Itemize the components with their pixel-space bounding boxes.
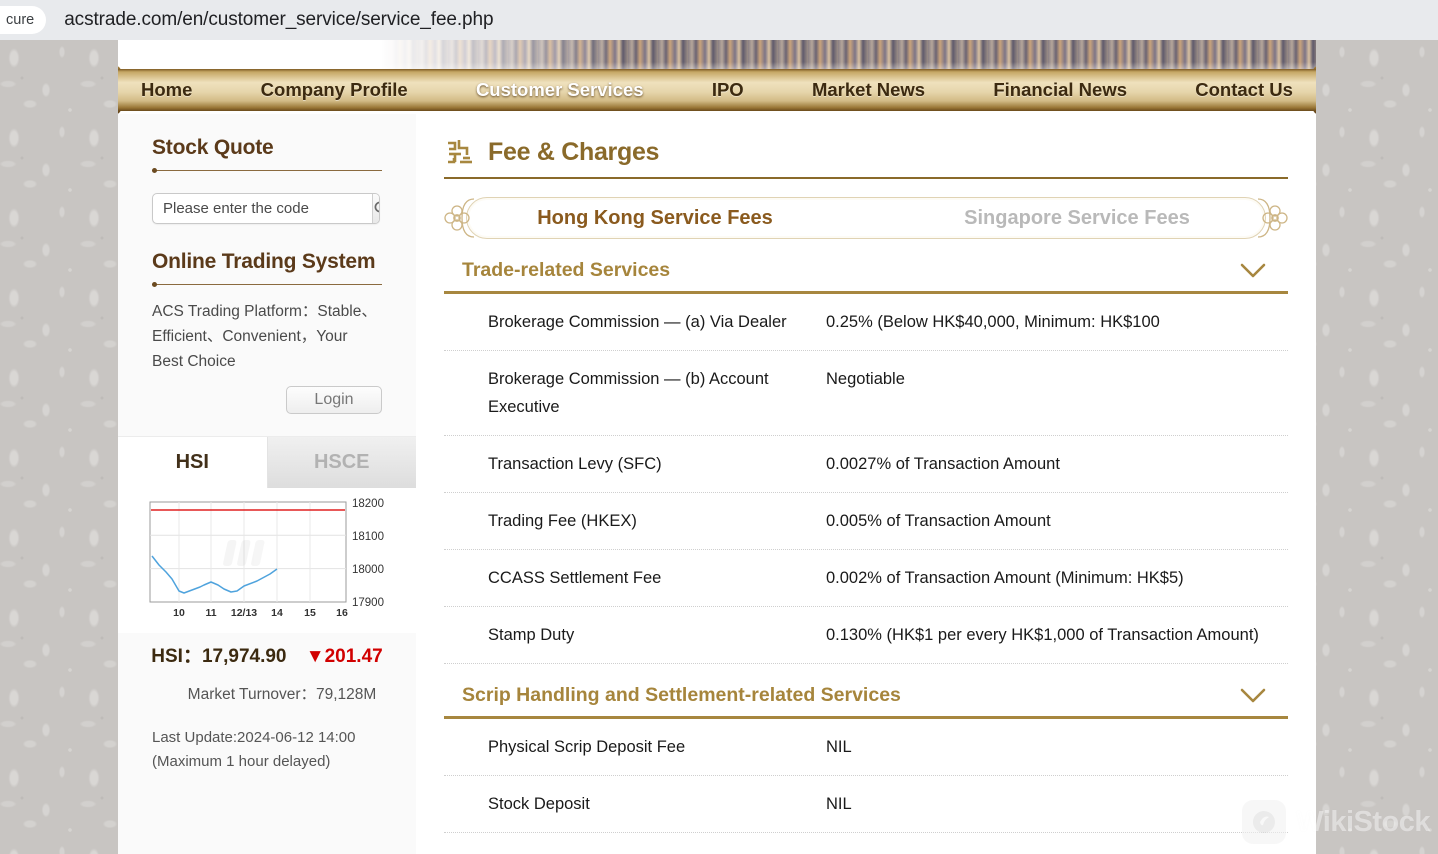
fee-value: NIL	[826, 795, 852, 813]
svg-text:12/13: 12/13	[231, 607, 257, 619]
security-label: cure	[6, 12, 35, 28]
fee-name: Stamp Duty	[488, 626, 575, 644]
nav-item-market-news[interactable]: Market News	[812, 79, 925, 101]
service-fee-tabs: Hong Kong Service Fees Singapore Service…	[444, 197, 1288, 239]
table-row: Brokerage Commission — (b) Account Execu…	[444, 351, 1288, 436]
index-summary: HSI：17,974.90 ▼201.47	[118, 641, 416, 668]
last-update-text: Last Update:2024-06-12 14:00	[152, 729, 356, 746]
fee-value: 0.002% of Transaction Amount (Minimum: H…	[826, 569, 1184, 587]
sidebar: Stock Quote Online Trading System ACS Tr…	[118, 114, 416, 854]
table-row: Transaction Levy (SFC) 0.0027% of Transa…	[444, 436, 1288, 493]
main-navigation: Home Company Profile Customer Services I…	[118, 66, 1316, 114]
svg-text:17900: 17900	[352, 597, 384, 609]
down-arrow-icon: ▼	[305, 646, 325, 667]
online-trading-description: ACS Trading Platform：Stable、Efficient、Co…	[152, 303, 377, 370]
fee-name: CCASS Settlement Fee	[488, 569, 662, 587]
tab-singapore-service-fees[interactable]: Singapore Service Fees	[866, 207, 1288, 230]
search-button[interactable]	[372, 194, 379, 223]
fret-pattern-icon	[448, 140, 472, 164]
fee-value: 0.25% (Below HK$40,000, Minimum: HK$100	[826, 313, 1160, 331]
fee-value: 0.130% (HK$1 per every HK$1,000 of Trans…	[826, 626, 1259, 644]
section-header-trade-related[interactable]: Trade-related Services	[444, 259, 1288, 294]
table-row: Stamp Duty 0.130% (HK$1 per every HK$1,0…	[444, 607, 1288, 664]
website-page: Home Company Profile Customer Services I…	[118, 40, 1316, 854]
chevron-down-icon[interactable]	[1240, 688, 1266, 703]
chevron-down-icon[interactable]	[1240, 263, 1266, 278]
nav-item-customer-services[interactable]: Customer Services	[476, 79, 644, 101]
fee-name: Transaction Levy (SFC)	[488, 455, 662, 473]
table-row: Physical Scrip Deposit Fee NIL	[444, 719, 1288, 776]
search-icon	[374, 201, 379, 213]
stock-quote-heading: Stock Quote	[152, 136, 274, 159]
section-header-scrip-handling[interactable]: Scrip Handling and Settlement-related Se…	[444, 684, 1288, 719]
fee-name: Stock Deposit	[488, 795, 590, 813]
svg-text:18100: 18100	[352, 531, 384, 543]
nav-item-contact-us[interactable]: Contact Us	[1195, 79, 1293, 101]
stock-code-input[interactable]	[153, 194, 372, 223]
index-value: 17,974.90	[201, 646, 287, 667]
table-row: Trading Fee (HKEX) 0.005% of Transaction…	[444, 493, 1288, 550]
market-turnover: Market Turnover：79,128M	[187, 686, 377, 703]
table-row: Stock Deposit NIL	[444, 776, 1288, 833]
index-change: ▼201.47	[306, 646, 383, 667]
svg-text:11: 11	[205, 607, 216, 619]
heading-divider	[152, 282, 382, 287]
nav-item-company-profile[interactable]: Company Profile	[261, 79, 408, 101]
fee-value: Negotiable	[826, 370, 905, 388]
page-header: Fee & Charges	[444, 136, 1288, 168]
svg-text:18200: 18200	[352, 498, 384, 510]
page-title: Fee & Charges	[488, 137, 660, 166]
nav-item-home[interactable]: Home	[141, 79, 192, 101]
fee-value: 0.005% of Transaction Amount	[826, 512, 1051, 530]
fee-value: NIL	[826, 738, 852, 756]
svg-text:18000: 18000	[352, 564, 384, 576]
stock-quote-search	[152, 193, 380, 224]
table-row: CCASS Settlement Fee 0.002% of Transacti…	[444, 550, 1288, 607]
table-row: Brokerage Commission — (a) Via Dealer 0.…	[444, 294, 1288, 351]
index-tabs: HSI HSCE	[118, 436, 416, 488]
chart-watermark	[223, 540, 265, 566]
delay-note: (Maximum 1 hour delayed)	[152, 753, 331, 770]
url-text[interactable]: acstrade.com/en/customer_service/service…	[64, 9, 493, 31]
title-divider	[444, 177, 1288, 179]
svg-text:10: 10	[173, 607, 185, 619]
fee-name: Brokerage Commission — (b) Account Execu…	[488, 370, 769, 416]
fee-value: 0.0027% of Transaction Amount	[826, 455, 1060, 473]
tab-hsce[interactable]: HSCE	[266, 437, 416, 488]
tab-hong-kong-service-fees[interactable]: Hong Kong Service Fees	[444, 207, 866, 230]
index-chart-panel: 10 11 12/13 14 15 16 18200 18100 18000 1…	[118, 488, 416, 633]
login-button[interactable]: Login	[286, 386, 382, 414]
fee-name: Physical Scrip Deposit Fee	[488, 738, 686, 756]
index-change-value: 201.47	[324, 646, 383, 667]
online-trading-heading: Online Trading System	[152, 250, 376, 273]
security-indicator[interactable]: cure	[0, 6, 47, 34]
svg-text:15: 15	[304, 607, 316, 619]
browser-url-bar: cure acstrade.com/en/customer_service/se…	[0, 0, 1438, 40]
heading-divider	[152, 168, 382, 173]
svg-text:14: 14	[271, 607, 283, 619]
section-title: Scrip Handling and Settlement-related Se…	[462, 684, 901, 706]
index-name: HSI	[151, 646, 183, 667]
section-title: Trade-related Services	[462, 259, 671, 281]
last-update-block: Last Update:2024-06-12 14:00 (Maximum 1 …	[118, 726, 416, 774]
index-separator: ：	[182, 646, 202, 667]
svg-text:16: 16	[336, 607, 348, 619]
nav-item-ipo[interactable]: IPO	[712, 79, 744, 101]
fee-name: Trading Fee (HKEX)	[488, 512, 637, 530]
fee-name: Brokerage Commission — (a) Via Dealer	[488, 313, 787, 331]
nav-item-financial-news[interactable]: Financial News	[993, 79, 1127, 101]
hsi-intraday-chart: 10 11 12/13 14 15 16 18200 18100 18000 1…	[132, 496, 404, 624]
tab-hsi[interactable]: HSI	[118, 437, 267, 488]
main-content: Fee & Charges Hong Kong Service Fees Sin…	[416, 114, 1316, 854]
